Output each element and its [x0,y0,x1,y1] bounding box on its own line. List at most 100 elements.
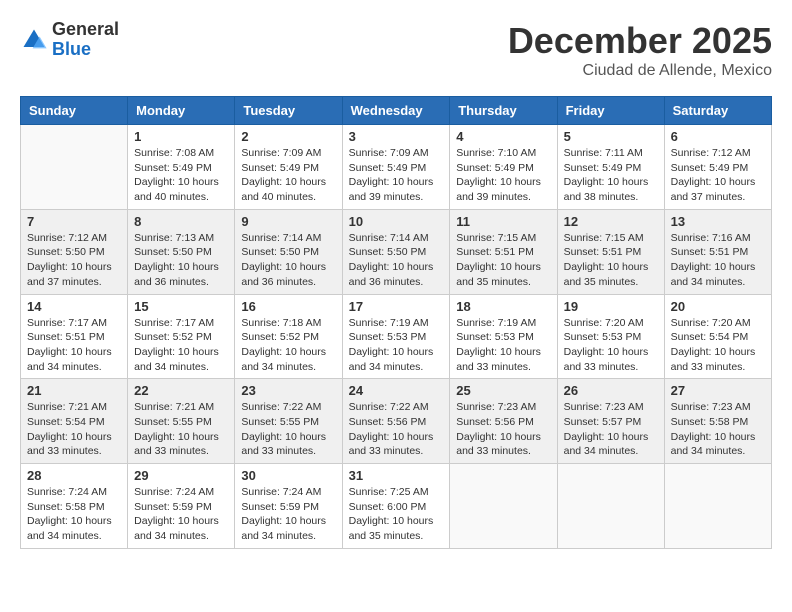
week-row-1: 1Sunrise: 7:08 AM Sunset: 5:49 PM Daylig… [21,125,772,210]
month-title: December 2025 [508,20,772,62]
day-number: 1 [134,129,228,144]
location: Ciudad de Allende, Mexico [508,62,772,80]
day-cell: 15 Sunrise: 7:17 AM Sunset: 5:52 PM Dayli… [128,294,235,379]
header-cell-tuesday: Tuesday [235,97,342,125]
day-info: Sunrise: 7:15 AM Sunset: 5:51 PM Dayligh… [564,231,658,290]
day-cell: 3 Sunrise: 7:09 AM Sunset: 5:49 PM Daylig… [342,125,450,210]
day-info: Sunrise: 7:11 AM Sunset: 5:49 PM Dayligh… [564,146,658,205]
day-cell: 21Sunrise: 7:21 AM Sunset: 5:54 PM Dayli… [21,379,128,464]
logo-text: General Blue [52,20,119,60]
day-number: 16 [241,299,335,314]
day-cell [450,464,557,549]
header-cell-sunday: Sunday [21,97,128,125]
day-cell: 22 Sunrise: 7:21 AM Sunset: 5:55 PM Dayli… [128,379,235,464]
day-cell: 19 Sunrise: 7:20 AM Sunset: 5:53 PM Dayli… [557,294,664,379]
logo-blue-text: Blue [52,40,119,60]
day-cell: 18 Sunrise: 7:19 AM Sunset: 5:53 PM Dayli… [450,294,557,379]
day-number: 11 [456,214,550,229]
day-info: Sunrise: 7:22 AM Sunset: 5:56 PM Dayligh… [349,400,444,459]
day-number: 3 [349,129,444,144]
day-cell: 23 Sunrise: 7:22 AM Sunset: 5:55 PM Dayli… [235,379,342,464]
day-cell: 28Sunrise: 7:24 AM Sunset: 5:58 PM Dayli… [21,464,128,549]
logo: General Blue [20,20,119,60]
day-number: 22 [134,383,228,398]
calendar-table: SundayMondayTuesdayWednesdayThursdayFrid… [20,96,772,549]
page-header: General Blue December 2025 Ciudad de All… [20,20,772,80]
day-cell: 9 Sunrise: 7:14 AM Sunset: 5:50 PM Daylig… [235,209,342,294]
day-info: Sunrise: 7:21 AM Sunset: 5:55 PM Dayligh… [134,400,228,459]
day-number: 26 [564,383,658,398]
day-cell [557,464,664,549]
day-number: 20 [671,299,765,314]
day-number: 25 [456,383,550,398]
day-info: Sunrise: 7:09 AM Sunset: 5:49 PM Dayligh… [349,146,444,205]
week-row-2: 7 Sunrise: 7:12 AM Sunset: 5:50 PM Daylig… [21,209,772,294]
day-cell: 1Sunrise: 7:08 AM Sunset: 5:49 PM Daylig… [128,125,235,210]
day-cell: 8Sunrise: 7:13 AM Sunset: 5:50 PM Daylig… [128,209,235,294]
day-info: Sunrise: 7:19 AM Sunset: 5:53 PM Dayligh… [349,316,444,375]
week-row-3: 14 Sunrise: 7:17 AM Sunset: 5:51 PM Dayli… [21,294,772,379]
day-number: 9 [241,214,335,229]
header-cell-saturday: Saturday [664,97,771,125]
day-number: 15 [134,299,228,314]
day-cell: 31Sunrise: 7:25 AM Sunset: 6:00 PM Dayli… [342,464,450,549]
day-info: Sunrise: 7:24 AM Sunset: 5:58 PM Dayligh… [27,485,121,544]
day-cell: 27 Sunrise: 7:23 AM Sunset: 5:58 PM Dayli… [664,379,771,464]
day-info: Sunrise: 7:20 AM Sunset: 5:53 PM Dayligh… [564,316,658,375]
day-cell: 11Sunrise: 7:15 AM Sunset: 5:51 PM Dayli… [450,209,557,294]
day-cell [664,464,771,549]
day-info: Sunrise: 7:22 AM Sunset: 5:55 PM Dayligh… [241,400,335,459]
day-info: Sunrise: 7:19 AM Sunset: 5:53 PM Dayligh… [456,316,550,375]
day-number: 23 [241,383,335,398]
day-cell: 14 Sunrise: 7:17 AM Sunset: 5:51 PM Dayli… [21,294,128,379]
day-cell [21,125,128,210]
day-info: Sunrise: 7:18 AM Sunset: 5:52 PM Dayligh… [241,316,335,375]
day-number: 30 [241,468,335,483]
header-row: SundayMondayTuesdayWednesdayThursdayFrid… [21,97,772,125]
day-number: 18 [456,299,550,314]
day-info: Sunrise: 7:17 AM Sunset: 5:52 PM Dayligh… [134,316,228,375]
day-info: Sunrise: 7:23 AM Sunset: 5:56 PM Dayligh… [456,400,550,459]
day-cell: 4 Sunrise: 7:10 AM Sunset: 5:49 PM Daylig… [450,125,557,210]
day-cell: 26Sunrise: 7:23 AM Sunset: 5:57 PM Dayli… [557,379,664,464]
day-info: Sunrise: 7:17 AM Sunset: 5:51 PM Dayligh… [27,316,121,375]
day-number: 21 [27,383,121,398]
day-number: 8 [134,214,228,229]
week-row-4: 21Sunrise: 7:21 AM Sunset: 5:54 PM Dayli… [21,379,772,464]
day-cell: 10 Sunrise: 7:14 AM Sunset: 5:50 PM Dayli… [342,209,450,294]
logo-icon [20,26,48,54]
day-number: 17 [349,299,444,314]
day-number: 5 [564,129,658,144]
day-cell: 2Sunrise: 7:09 AM Sunset: 5:49 PM Daylig… [235,125,342,210]
day-info: Sunrise: 7:24 AM Sunset: 5:59 PM Dayligh… [241,485,335,544]
day-number: 7 [27,214,121,229]
day-info: Sunrise: 7:12 AM Sunset: 5:49 PM Dayligh… [671,146,765,205]
day-cell: 25 Sunrise: 7:23 AM Sunset: 5:56 PM Dayli… [450,379,557,464]
day-number: 10 [349,214,444,229]
day-number: 24 [349,383,444,398]
calendar-body: 1Sunrise: 7:08 AM Sunset: 5:49 PM Daylig… [21,125,772,549]
day-cell: 16 Sunrise: 7:18 AM Sunset: 5:52 PM Dayli… [235,294,342,379]
day-number: 6 [671,129,765,144]
day-cell: 7 Sunrise: 7:12 AM Sunset: 5:50 PM Daylig… [21,209,128,294]
day-number: 27 [671,383,765,398]
day-info: Sunrise: 7:23 AM Sunset: 5:58 PM Dayligh… [671,400,765,459]
calendar-header: SundayMondayTuesdayWednesdayThursdayFrid… [21,97,772,125]
day-info: Sunrise: 7:12 AM Sunset: 5:50 PM Dayligh… [27,231,121,290]
header-cell-thursday: Thursday [450,97,557,125]
day-cell: 24 Sunrise: 7:22 AM Sunset: 5:56 PM Dayli… [342,379,450,464]
day-number: 12 [564,214,658,229]
day-number: 14 [27,299,121,314]
day-cell: 20 Sunrise: 7:20 AM Sunset: 5:54 PM Dayli… [664,294,771,379]
day-info: Sunrise: 7:14 AM Sunset: 5:50 PM Dayligh… [349,231,444,290]
day-number: 2 [241,129,335,144]
day-cell: 5 Sunrise: 7:11 AM Sunset: 5:49 PM Daylig… [557,125,664,210]
day-cell: 29Sunrise: 7:24 AM Sunset: 5:59 PM Dayli… [128,464,235,549]
day-info: Sunrise: 7:10 AM Sunset: 5:49 PM Dayligh… [456,146,550,205]
day-number: 31 [349,468,444,483]
day-number: 19 [564,299,658,314]
day-number: 4 [456,129,550,144]
day-info: Sunrise: 7:20 AM Sunset: 5:54 PM Dayligh… [671,316,765,375]
day-info: Sunrise: 7:14 AM Sunset: 5:50 PM Dayligh… [241,231,335,290]
day-info: Sunrise: 7:24 AM Sunset: 5:59 PM Dayligh… [134,485,228,544]
